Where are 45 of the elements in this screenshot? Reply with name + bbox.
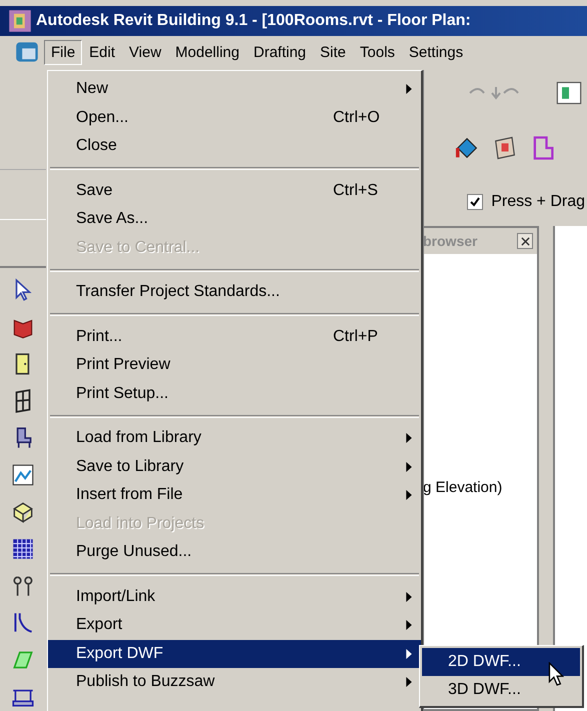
submenu-arrow-icon: [406, 648, 412, 659]
menu-item[interactable]: New: [48, 75, 421, 104]
panel-title: browser: [423, 233, 478, 249]
app-icon: [8, 9, 32, 33]
menu-item[interactable]: View: [122, 40, 168, 64]
press-drag-checkbox[interactable]: [467, 194, 484, 210]
submenu-arrow-icon: [406, 462, 412, 472]
submenu-arrow-icon: [406, 592, 412, 602]
menu-item[interactable]: Settings: [402, 40, 470, 64]
menu-item[interactable]: 3D DWF...: [422, 676, 580, 704]
menu-item[interactable]: Drafting: [246, 40, 314, 64]
checkbox-label: Press + Drag: [491, 193, 585, 211]
menu-item[interactable]: Save to Library: [48, 452, 421, 481]
menu-item[interactable]: Modelling: [168, 40, 246, 64]
menu-item[interactable]: Open... Ctrl+O: [48, 104, 421, 132]
menu-item[interactable]: Export: [48, 611, 421, 640]
menu-item[interactable]: Tools: [352, 40, 402, 64]
submenu-arrow-icon: [406, 490, 412, 500]
menu-item[interactable]: Publish to Buzzsaw: [48, 668, 421, 696]
menu-item[interactable]: Site: [313, 40, 353, 64]
menu-item[interactable]: Load from Library: [48, 424, 421, 452]
submenu-arrow-icon: [406, 620, 412, 630]
document-icon[interactable]: [14, 40, 40, 64]
menu-item[interactable]: File: [44, 40, 82, 64]
submenu-arrow-icon: [406, 433, 412, 444]
cursor-icon: [548, 662, 564, 686]
menu-item[interactable]: Print Setup...: [48, 380, 421, 408]
menu-item[interactable]: Export DWF: [48, 640, 421, 668]
menu-item[interactable]: Print... Ctrl+P: [48, 322, 421, 351]
menu-item[interactable]: Edit: [82, 40, 122, 64]
submenu-arrow-icon: [406, 84, 412, 94]
toolbar-icon[interactable]: [555, 79, 583, 107]
submenu-arrow-icon: [406, 677, 412, 688]
menu-item[interactable]: Save As...: [48, 205, 421, 234]
window-title: Autodesk Revit Building 9.1 - [100Rooms.rvt - Floor Plan:: [36, 12, 471, 30]
browser-item[interactable]: g Elevation): [423, 479, 502, 496]
close-icon[interactable]: [520, 236, 530, 246]
menu-item[interactable]: Purge Unused...: [48, 538, 421, 566]
menu-item[interactable]: Import/Link: [48, 582, 421, 611]
menu-item[interactable]: Close: [48, 132, 421, 160]
menu-item[interactable]: Insert from File: [48, 481, 421, 510]
menu-item[interactable]: Transfer Project Standards...: [48, 278, 421, 306]
menu-item[interactable]: 2D DWF...: [422, 648, 580, 676]
menu-item[interactable]: Save Ctrl+S: [48, 176, 421, 205]
menu-item[interactable]: Print Preview: [48, 351, 421, 380]
